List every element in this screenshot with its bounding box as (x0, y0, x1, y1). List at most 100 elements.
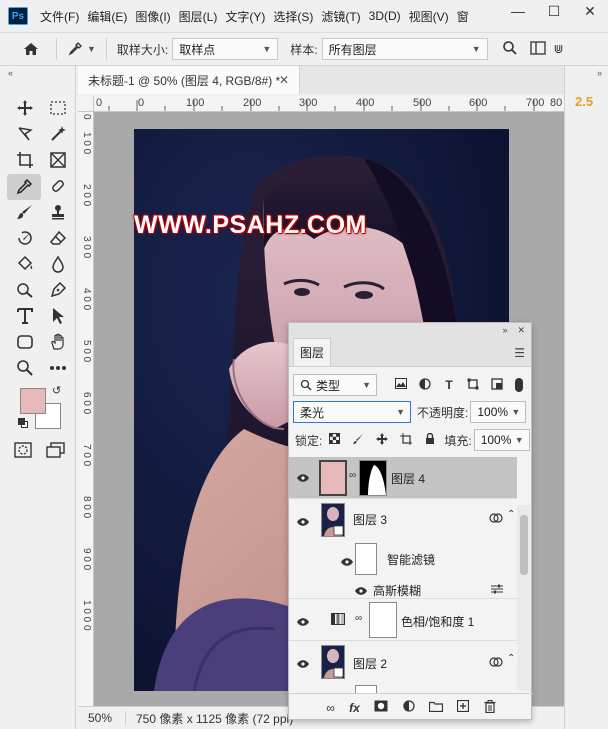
layer-row[interactable]: ∞ 图层 4 (289, 457, 517, 499)
layer-row[interactable]: 图层 3 ⌃ (289, 499, 517, 539)
screen-mode-icon[interactable] (46, 442, 66, 461)
zoom-level[interactable]: 50% (78, 711, 126, 725)
filter-name[interactable]: 高斯模糊 (373, 582, 421, 599)
layer-style-fx-icon[interactable]: fx (349, 701, 360, 715)
filter-toggle[interactable] (515, 378, 523, 392)
layer-name[interactable]: 色相/饱和度 1 (401, 613, 474, 630)
blend-mode-select[interactable]: 柔光 ▼ (293, 401, 411, 423)
quick-mask-icon[interactable] (14, 442, 32, 461)
healing-brush-icon[interactable] (43, 174, 73, 198)
path-selection-icon[interactable] (43, 304, 73, 328)
visibility-eye-icon[interactable] (355, 584, 367, 598)
menu-window[interactable]: 窗 (453, 8, 473, 25)
lock-all-icon[interactable] (418, 432, 442, 448)
minimize-icon[interactable]: — (500, 0, 536, 22)
document-tab[interactable]: 未标题-1 @ 50% (图层 4, RGB/8#) * ✕ (78, 66, 300, 94)
visibility-eye-icon[interactable] (297, 471, 309, 485)
collapse-panel-icon[interactable]: » (502, 325, 507, 335)
filter-adjustment-icon[interactable] (413, 377, 437, 393)
foreground-color-swatch[interactable] (20, 388, 46, 414)
delete-layer-icon[interactable] (484, 699, 496, 716)
ruler-origin[interactable] (78, 96, 94, 112)
link-icon[interactable]: ∞ (355, 613, 362, 624)
new-adjustment-layer-icon[interactable] (402, 700, 415, 715)
layer-name[interactable]: 图层 3 (353, 511, 387, 528)
frame-tool-icon[interactable] (43, 148, 73, 172)
menu-3d[interactable]: 3D(D) (365, 9, 405, 23)
layer-mask-thumbnail[interactable] (369, 602, 397, 638)
menu-filter[interactable]: 滤镜(T) (317, 8, 364, 25)
layer-thumbnail[interactable] (321, 645, 345, 679)
smart-filter-icon[interactable] (489, 512, 503, 527)
hand-tool-icon[interactable] (43, 330, 73, 354)
layer-name[interactable]: 图层 2 (353, 655, 387, 672)
new-group-icon[interactable] (428, 701, 444, 715)
filter-row[interactable]: 高斯模糊 (289, 579, 517, 599)
filter-kind-select[interactable]: 类型 ▼ (293, 374, 377, 396)
lock-artboard-icon[interactable] (394, 432, 418, 448)
smart-filters-label[interactable]: 智能滤镜 (387, 551, 435, 568)
crop-tool-icon[interactable] (10, 148, 40, 172)
sample-select[interactable]: 所有图层 ▼ (321, 38, 488, 60)
filter-type-icon[interactable]: T (437, 378, 461, 392)
layer-mask-thumbnail[interactable] (359, 460, 387, 496)
swap-colors-icon[interactable]: ↺ (52, 384, 61, 397)
sample-size-select[interactable]: 取样点 ▼ (172, 38, 279, 60)
filter-shape-icon[interactable] (461, 378, 485, 393)
opacity-input[interactable]: 100% ▼ (470, 401, 527, 423)
menu-select[interactable]: 选择(S) (269, 8, 317, 25)
pen-tool-icon[interactable] (43, 278, 73, 302)
layer-name[interactable]: 图层 4 (391, 470, 425, 487)
eyedropper-preset-icon[interactable]: ▼ (67, 41, 96, 57)
add-mask-icon[interactable] (374, 700, 388, 715)
expand-icon[interactable]: » (597, 68, 602, 78)
layer-thumbnail[interactable] (321, 503, 345, 537)
smart-filter-icon[interactable] (489, 656, 503, 671)
filter-mask-thumbnail[interactable] (355, 685, 377, 693)
brush-tool-icon[interactable] (10, 200, 40, 224)
search-icon[interactable] (502, 40, 518, 59)
eraser-tool-icon[interactable] (43, 226, 73, 250)
collapse-effects-icon[interactable]: ⌃ (507, 653, 515, 664)
visibility-eye-icon[interactable] (297, 657, 309, 671)
fill-input[interactable]: 100% ▼ (473, 429, 530, 451)
lasso-tool-icon[interactable] (10, 122, 40, 146)
layer-thumbnail[interactable] (319, 460, 347, 496)
menu-image[interactable]: 图像(I) (131, 8, 174, 25)
default-colors-icon[interactable] (18, 418, 28, 428)
rectangle-tool-icon[interactable] (10, 330, 40, 354)
visibility-eye-icon[interactable] (341, 555, 353, 569)
horizontal-ruler[interactable]: 0 0 100 200 300 400 500 600 700 80 (94, 96, 564, 112)
link-icon[interactable]: ∞ (349, 470, 356, 481)
lock-pixels-icon[interactable] (346, 433, 370, 448)
smart-filters-row[interactable]: 智能滤镜 (289, 539, 517, 579)
document-info[interactable]: 750 像素 x 1125 像素 (72 ppi) (126, 710, 293, 727)
visibility-eye-icon[interactable] (297, 515, 309, 529)
menu-view[interactable]: 视图(V) (405, 8, 453, 25)
new-layer-icon[interactable] (457, 699, 470, 715)
share-icon[interactable]: ⋓ (554, 42, 564, 56)
collapse-icon[interactable]: « (8, 68, 13, 78)
panel-titlebar[interactable]: » ✕ (289, 323, 531, 337)
hue-saturation-adjustment-icon[interactable] (331, 613, 345, 628)
type-tool-icon[interactable] (10, 304, 40, 328)
menu-layer[interactable]: 图层(L) (175, 8, 222, 25)
menu-edit[interactable]: 编辑(E) (83, 8, 131, 25)
scrollbar-thumb[interactable] (520, 515, 528, 575)
marquee-tool-icon[interactable] (43, 96, 73, 120)
filter-options-icon[interactable] (491, 583, 503, 597)
history-brush-icon[interactable] (10, 226, 40, 250)
visibility-eye-icon[interactable] (297, 615, 309, 629)
menu-file[interactable]: 文件(F) (36, 8, 83, 25)
dodge-tool-icon[interactable] (10, 278, 40, 302)
collapse-effects-icon[interactable]: ⌃ (507, 509, 515, 520)
lock-position-icon[interactable] (370, 432, 394, 448)
more-tools-icon[interactable] (43, 356, 73, 380)
move-tool-icon[interactable] (10, 96, 40, 120)
home-icon[interactable] (16, 41, 46, 57)
panel-menu-icon[interactable]: ☰ (514, 346, 525, 360)
maximize-icon[interactable]: ☐ (536, 0, 572, 22)
layers-scrollbar[interactable] (517, 505, 531, 691)
layer-row[interactable]: ∞ 色相/饱和度 1 (289, 599, 517, 641)
close-panel-icon[interactable]: ✕ (517, 325, 525, 336)
